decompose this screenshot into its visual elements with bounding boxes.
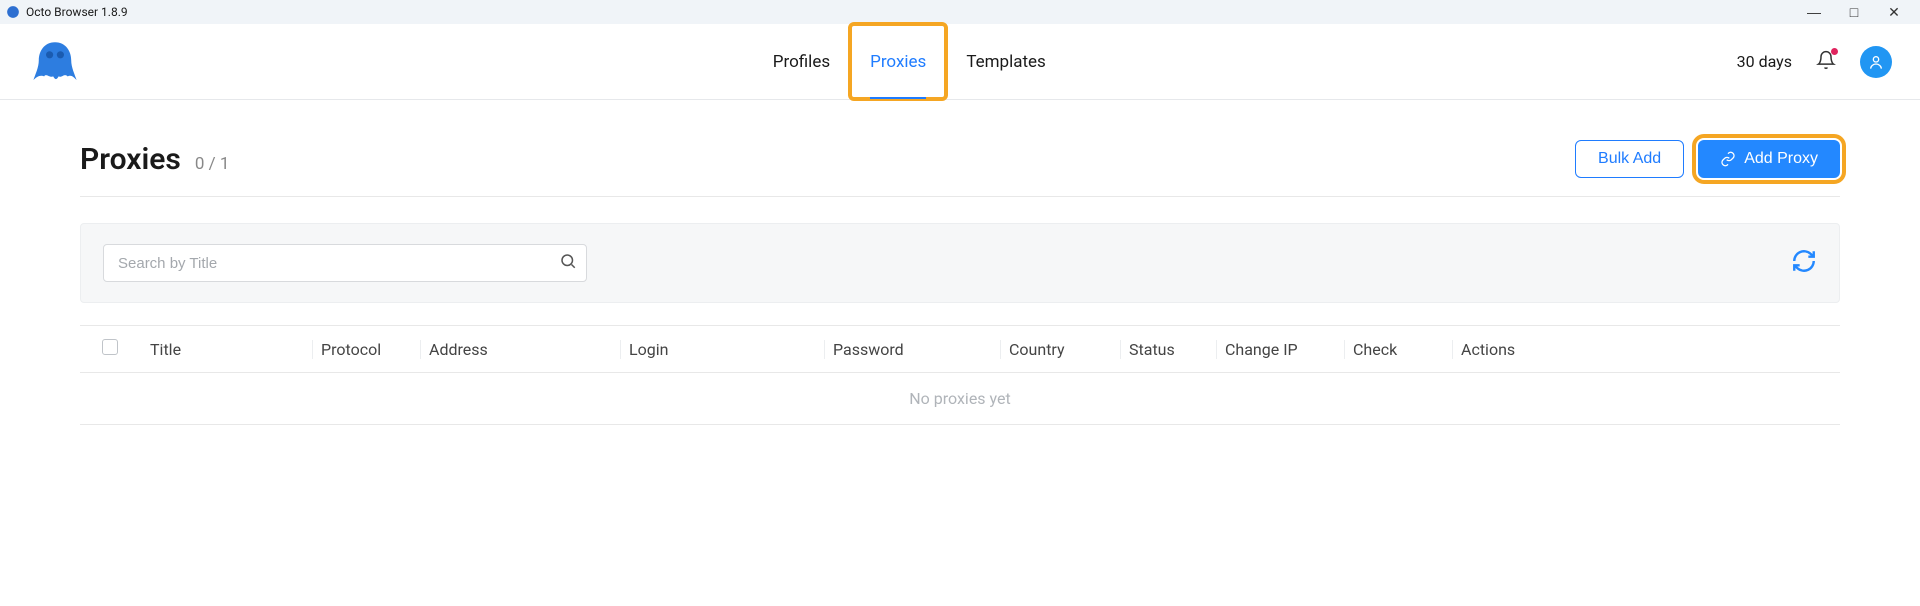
window-title: Octo Browser 1.8.9 xyxy=(26,5,128,19)
nav-tab-label: Profiles xyxy=(773,52,830,72)
nav-tab-label: Templates xyxy=(966,52,1046,72)
col-status[interactable]: Status xyxy=(1120,340,1216,359)
col-title[interactable]: Title xyxy=(132,340,312,359)
table-header: Title Protocol Address Login Password Co… xyxy=(80,325,1840,373)
window-minimize-button[interactable]: — xyxy=(1794,4,1834,20)
col-password[interactable]: Password xyxy=(824,340,1000,359)
user-icon xyxy=(1868,54,1884,70)
notification-dot xyxy=(1831,48,1838,55)
search-button[interactable] xyxy=(559,252,577,274)
refresh-icon xyxy=(1791,248,1817,274)
notifications-button[interactable] xyxy=(1816,50,1836,74)
col-check[interactable]: Check xyxy=(1344,340,1452,359)
add-proxy-label: Add Proxy xyxy=(1744,150,1818,168)
page-title: Proxies xyxy=(80,142,181,177)
search-input[interactable] xyxy=(103,244,587,282)
page-count: 0 / 1 xyxy=(195,154,230,174)
col-protocol[interactable]: Protocol xyxy=(312,340,420,359)
days-remaining[interactable]: 30 days xyxy=(1737,52,1792,71)
search-icon xyxy=(559,252,577,270)
add-proxy-button[interactable]: Add Proxy xyxy=(1698,140,1840,178)
nav-tab-profiles[interactable]: Profiles xyxy=(753,24,850,99)
col-actions[interactable]: Actions xyxy=(1452,340,1840,359)
nav-tab-label: Proxies xyxy=(870,52,926,72)
link-icon xyxy=(1720,151,1736,167)
refresh-button[interactable] xyxy=(1791,248,1817,278)
select-all-checkbox[interactable] xyxy=(102,339,118,355)
app-icon xyxy=(6,5,20,19)
col-address[interactable]: Address xyxy=(420,340,620,359)
user-avatar[interactable] xyxy=(1860,46,1892,78)
window-maximize-button[interactable]: □ xyxy=(1834,4,1874,20)
col-change-ip[interactable]: Change IP xyxy=(1216,340,1344,359)
col-country[interactable]: Country xyxy=(1000,340,1120,359)
table-empty-state: No proxies yet xyxy=(80,373,1840,425)
app-logo xyxy=(28,35,82,89)
bulk-add-button[interactable]: Bulk Add xyxy=(1575,140,1684,178)
nav-tab-templates[interactable]: Templates xyxy=(946,24,1066,99)
window-close-button[interactable]: ✕ xyxy=(1874,4,1914,21)
proxies-table: Title Protocol Address Login Password Co… xyxy=(80,325,1840,425)
filter-bar xyxy=(80,223,1840,303)
col-login[interactable]: Login xyxy=(620,340,824,359)
top-nav: Profiles Proxies Templates 30 days xyxy=(0,24,1920,100)
nav-tab-proxies[interactable]: Proxies xyxy=(850,24,946,99)
page-header: Proxies 0 / 1 Bulk Add Add Proxy xyxy=(80,140,1840,197)
page-content: Proxies 0 / 1 Bulk Add Add Proxy xyxy=(0,100,1920,425)
window-titlebar: Octo Browser 1.8.9 — □ ✕ xyxy=(0,0,1920,24)
